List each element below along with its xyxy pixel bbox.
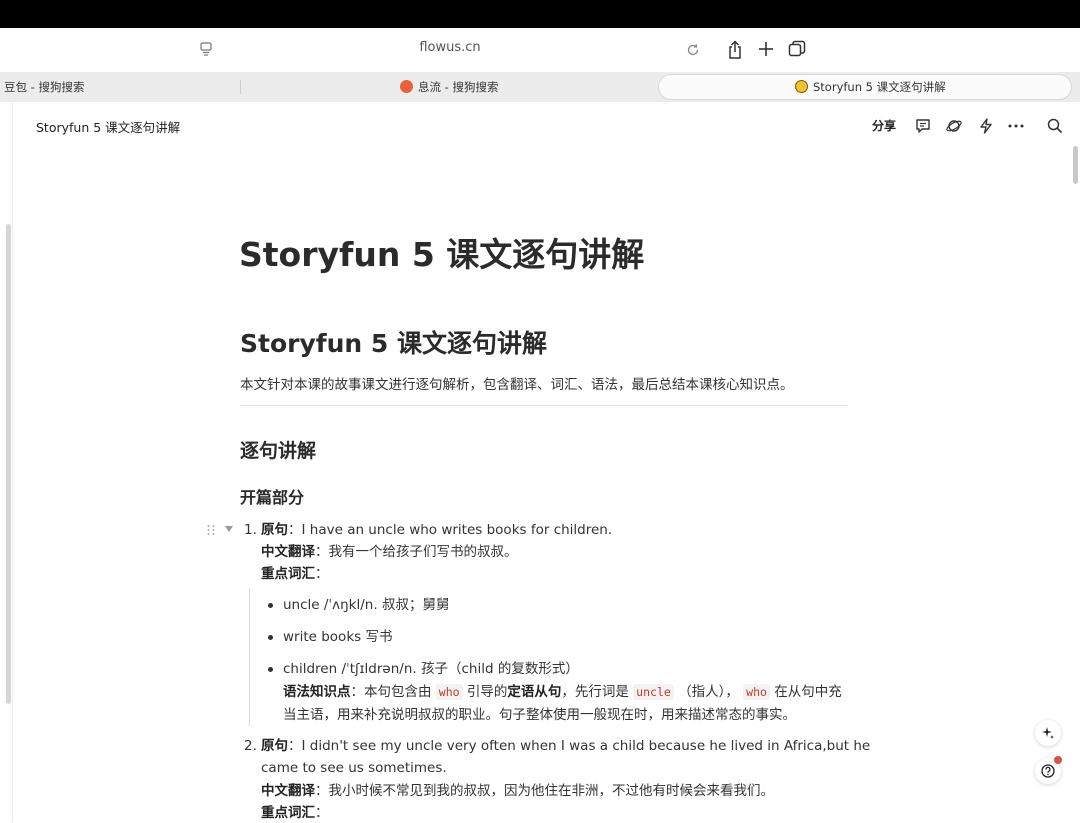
intro-paragraph: 本文针对本课的故事课文进行逐句解析，包含翻译、词汇、语法，最后总结本课核心知识点… [240, 377, 794, 393]
top-black-bar [0, 0, 1080, 28]
browser-toolbar: flowus.cn [0, 28, 1080, 72]
help-icon [1041, 764, 1055, 778]
orig-text-continued: came to see us sometimes. [261, 760, 447, 776]
label-vocab: 重点词汇 [261, 566, 315, 582]
grammar-line-2: 当主语，用来补充说明叔叔的职业。句子整体使用一般现在时，用来描述常态的事实。 [283, 707, 796, 723]
tab-xiliu[interactable]: 息流 - 搜狗搜索 [400, 72, 498, 102]
vocab-colon: ： [315, 805, 329, 821]
inline-code: who [435, 684, 463, 700]
label-orig: 原句 [261, 522, 288, 538]
page-title: Storyfun 5 课文逐句讲解 [239, 235, 645, 274]
planet-icon[interactable] [945, 117, 963, 135]
grammar-text: （指人）， [673, 684, 744, 700]
label-vocab: 重点词汇 [261, 805, 315, 821]
orig-text: ：I have an uncle who writes books for ch… [288, 522, 613, 538]
share-icon[interactable] [726, 40, 744, 60]
list-item-translation: 中文翻译：我小时候不常见到我的叔叔，因为他住在非洲，不过他有时候会来看我们。 [261, 781, 774, 801]
translation-text: ：我有一个给孩子们写书的叔叔。 [315, 544, 518, 560]
nested-block-bar [249, 588, 250, 726]
inline-code: uncle [633, 684, 674, 700]
grammar-line-1: 语法知识点：本句包含由 who 引导的定语从句，先行词是 uncle （指人），… [283, 682, 842, 702]
grammar-text: ：本句包含由 [350, 684, 436, 700]
heading-1: Storyfun 5 课文逐句讲解 [240, 329, 548, 358]
grammar-text: 在从句中充 [769, 684, 842, 700]
tab-bar: 豆包 - 搜狗搜索 息流 - 搜狗搜索 Storyfun 5 课文逐句讲解 [0, 72, 1080, 102]
collapse-triangle-icon[interactable] [225, 526, 233, 532]
lightning-icon[interactable] [977, 117, 995, 135]
breadcrumb-title[interactable]: Storyfun 5 课文逐句讲解 [36, 117, 180, 136]
grammar-bold: 定语从句 [507, 684, 562, 700]
reload-icon[interactable] [685, 42, 701, 58]
list-item-orig: 原句：I didn't see my uncle very often when… [261, 736, 870, 756]
label-grammar: 语法知识点 [283, 684, 351, 700]
sidebar-edge [12, 102, 13, 821]
vocab-colon: ： [315, 566, 329, 582]
ai-assistant-button[interactable] [1035, 720, 1061, 746]
divider [240, 405, 848, 406]
heading-2: 逐句讲解 [240, 440, 317, 462]
new-tab-icon[interactable] [757, 40, 775, 58]
tab-separator [240, 80, 241, 94]
document-page: Storyfun 5 课文逐句讲解 分享 Storyfun 5 课文逐句讲解 S… [0, 102, 1080, 821]
notification-dot [1054, 756, 1062, 764]
flowus-favicon-icon [795, 80, 808, 93]
vocab-item: uncle /ˈʌŋkl/n. 叔叔；舅舅 [283, 597, 450, 613]
tab-label: 豆包 - 搜狗搜索 [4, 80, 85, 94]
inline-code: who [743, 684, 770, 700]
left-scrollbar[interactable] [6, 224, 11, 704]
search-icon[interactable] [1046, 117, 1064, 135]
heading-3: 开篇部分 [240, 488, 305, 507]
tab-doubao[interactable]: 豆包 - 搜狗搜索 [4, 72, 84, 102]
tab-overview-icon[interactable] [788, 40, 806, 58]
drag-handle-icon[interactable] [206, 524, 216, 536]
vocab-item: children /ˈtʃɪldrən/n. 孩子（child 的复数形式） [283, 661, 579, 677]
translation-text: ：我小时候不常见到我的叔叔，因为他住在非洲，不过他有时候会来看我们。 [315, 783, 774, 799]
sogou-favicon-icon [400, 80, 413, 93]
right-scrollbar[interactable] [1073, 146, 1078, 184]
list-item-vocab-heading: 重点词汇： [261, 564, 329, 584]
tab-storyfun[interactable]: Storyfun 5 课文逐句讲解 [795, 72, 946, 102]
list-number: 2. [244, 738, 257, 754]
tab-label: 息流 - 搜狗搜索 [418, 80, 499, 94]
label-orig: 原句 [261, 738, 288, 754]
grammar-text: ，先行词是 [561, 684, 634, 700]
bullet-dot [268, 635, 273, 640]
list-item-vocab-heading: 重点词汇： [261, 803, 329, 823]
list-number: 1. [244, 522, 257, 538]
sparkle-icon [1042, 727, 1054, 739]
comment-icon[interactable] [914, 117, 932, 135]
label-translation: 中文翻译 [261, 783, 315, 799]
orig-text: ：I didn't see my uncle very often when I… [288, 738, 871, 754]
tab-label: Storyfun 5 课文逐句讲解 [813, 80, 946, 94]
list-item-orig: 原句：I have an uncle who writes books for … [261, 520, 612, 540]
list-item-translation: 中文翻译：我有一个给孩子们写书的叔叔。 [261, 542, 518, 562]
bullet-dot [268, 667, 273, 672]
more-icon[interactable] [1007, 117, 1025, 135]
label-translation: 中文翻译 [261, 544, 315, 560]
vocab-item: write books 写书 [283, 629, 393, 645]
grammar-text: 引导的 [462, 684, 508, 700]
bullet-dot [268, 603, 273, 608]
share-button[interactable]: 分享 [872, 117, 896, 134]
